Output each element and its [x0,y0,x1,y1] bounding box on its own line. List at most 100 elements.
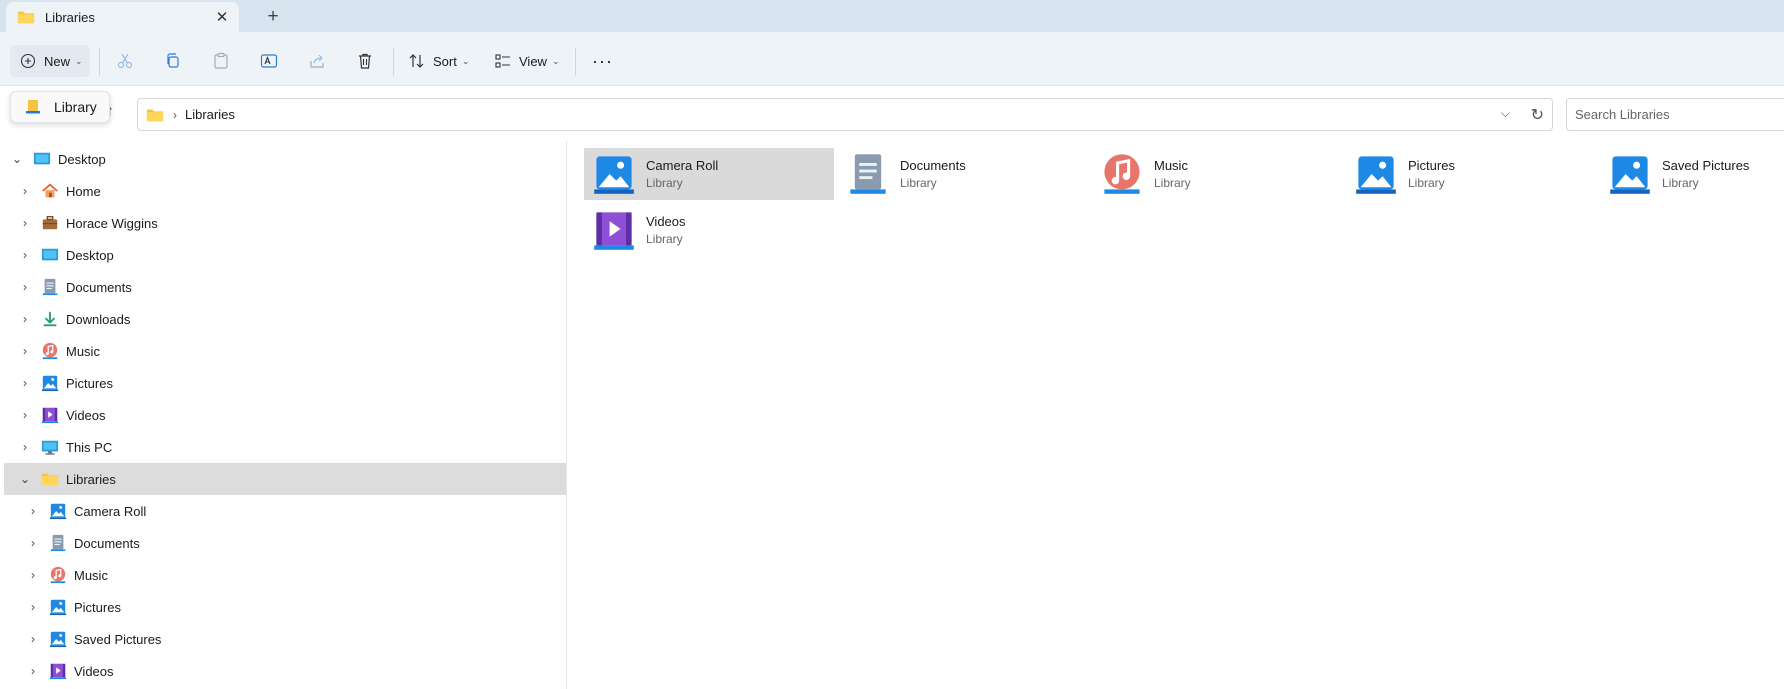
rename-button[interactable] [260,45,278,77]
library-tile-videos[interactable]: Videos Library [584,204,834,256]
view-button[interactable]: View ⌄ [494,45,560,77]
nav-item-lib-documents[interactable]: › Documents [26,527,588,559]
new-tab-button[interactable]: + [262,6,284,28]
chevron-right-icon[interactable]: › [18,408,32,422]
chevron-down-icon[interactable]: ⌄ [18,472,32,486]
tile-name: Documents [900,158,966,173]
folder-icon [41,470,59,488]
tile-type: Library [646,232,683,246]
chevron-right-icon[interactable]: › [18,216,32,230]
nav-item-libraries[interactable]: ⌄ Libraries [4,463,566,495]
chevron-right-icon[interactable]: › [26,632,40,646]
close-tab-icon[interactable]: ✕ [213,8,231,26]
tab-title: Libraries [45,9,95,25]
nav-item-home[interactable]: › Home [18,175,580,207]
library-tile-documents[interactable]: Documents Library [838,148,1088,200]
library-tile-saved-pictures[interactable]: Saved Pictures Library [1600,148,1784,200]
nav-item-music[interactable]: › Music [18,335,580,367]
share-icon [308,52,326,70]
library-tile-music[interactable]: Music Library [1092,148,1342,200]
library-tile-pictures[interactable]: Pictures Library [1346,148,1596,200]
nav-item-label: Home [66,183,101,199]
library-tile-camera-roll[interactable]: Camera Roll Library [584,148,834,200]
music-icon [41,342,59,360]
nav-item-label: Camera Roll [74,503,147,519]
new-button[interactable]: New ⌄ [10,45,90,77]
nav-item-downloads[interactable]: › Downloads [18,303,580,335]
rename-icon [260,52,278,70]
breadcrumb[interactable]: Libraries [185,107,235,122]
music-icon [1098,150,1146,198]
nav-item-label: Videos [74,663,114,679]
cut-button[interactable] [116,45,134,77]
nav-item-lib-pictures[interactable]: › Pictures [26,591,588,623]
chevron-right-icon[interactable]: › [18,280,32,294]
tile-type: Library [1154,176,1191,190]
nav-item-label: Videos [66,407,106,423]
new-label: New [44,53,71,69]
nav-item-label: This PC [66,439,113,455]
title-bar: Libraries ✕ + [0,0,1784,32]
tile-type: Library [1408,176,1445,190]
nav-item-desktop-root[interactable]: ⌄ Desktop [10,143,572,175]
paste-button[interactable] [212,45,230,77]
nav-item-label: Documents [66,279,132,295]
chevron-right-icon[interactable]: › [18,376,32,390]
pictures-icon [1352,150,1400,198]
search-box[interactable] [1566,98,1784,131]
nav-item-this-pc[interactable]: › This PC [18,431,580,463]
library-icon [24,98,42,116]
clipboard-icon [212,52,230,70]
chevron-right-icon[interactable]: › [26,664,40,678]
chevron-right-icon[interactable]: › [26,504,40,518]
pictures-icon [590,150,638,198]
nav-item-videos[interactable]: › Videos [18,399,580,431]
documents-icon [41,278,59,296]
chevron-right-icon[interactable]: › [18,184,32,198]
nav-item-lib-videos[interactable]: › Videos [26,655,588,687]
tile-name: Music [1154,158,1188,173]
divider [393,48,394,76]
tab-libraries[interactable]: Libraries ✕ [6,2,239,32]
plus-circle-icon [20,53,36,69]
chevron-down-icon[interactable]: ⌵ [1501,106,1510,121]
chevron-down-icon: ⌄ [461,55,470,66]
search-input[interactable] [1575,107,1775,122]
nav-item-pictures[interactable]: › Pictures [18,367,580,399]
pictures-icon [49,502,67,520]
nav-item-label: Music [66,343,100,359]
chevron-right-icon[interactable]: › [26,536,40,550]
chevron-right-icon: › [173,107,177,122]
chevron-down-icon: ⌄ [551,55,560,66]
tooltip-label: Library [54,99,97,115]
chevron-right-icon[interactable]: › [26,568,40,582]
chevron-down-icon[interactable]: ⌄ [10,152,24,166]
chevron-right-icon[interactable]: › [18,312,32,326]
address-bar[interactable]: › Libraries ⌵ ↻ [137,98,1553,131]
copy-button[interactable] [164,45,182,77]
tile-type: Library [1662,176,1699,190]
delete-button[interactable] [356,45,374,77]
pictures-icon [49,598,67,616]
refresh-icon[interactable]: ↻ [1531,105,1544,125]
tile-name: Pictures [1408,158,1455,173]
chevron-right-icon[interactable]: › [26,600,40,614]
folder-icon [17,8,35,26]
chevron-right-icon[interactable]: › [18,440,32,454]
nav-item-documents[interactable]: › Documents [18,271,580,303]
view-icon [494,52,512,70]
nav-item-desktop[interactable]: › Desktop [18,239,580,271]
share-button[interactable] [308,45,326,77]
chevron-right-icon[interactable]: › [18,344,32,358]
divider [99,48,100,76]
sort-button[interactable]: Sort ⌄ [408,45,469,77]
more-icon: ··· [592,50,613,71]
nav-item-user[interactable]: › Horace Wiggins [18,207,580,239]
nav-item-camera-roll[interactable]: › Camera Roll [26,495,588,527]
more-options-button[interactable]: ··· [592,45,613,77]
nav-item-lib-music[interactable]: › Music [26,559,588,591]
nav-item-saved-pictures[interactable]: › Saved Pictures [26,623,588,655]
chevron-right-icon[interactable]: › [18,248,32,262]
videos-icon [41,406,59,424]
nav-item-label: Horace Wiggins [66,215,158,231]
